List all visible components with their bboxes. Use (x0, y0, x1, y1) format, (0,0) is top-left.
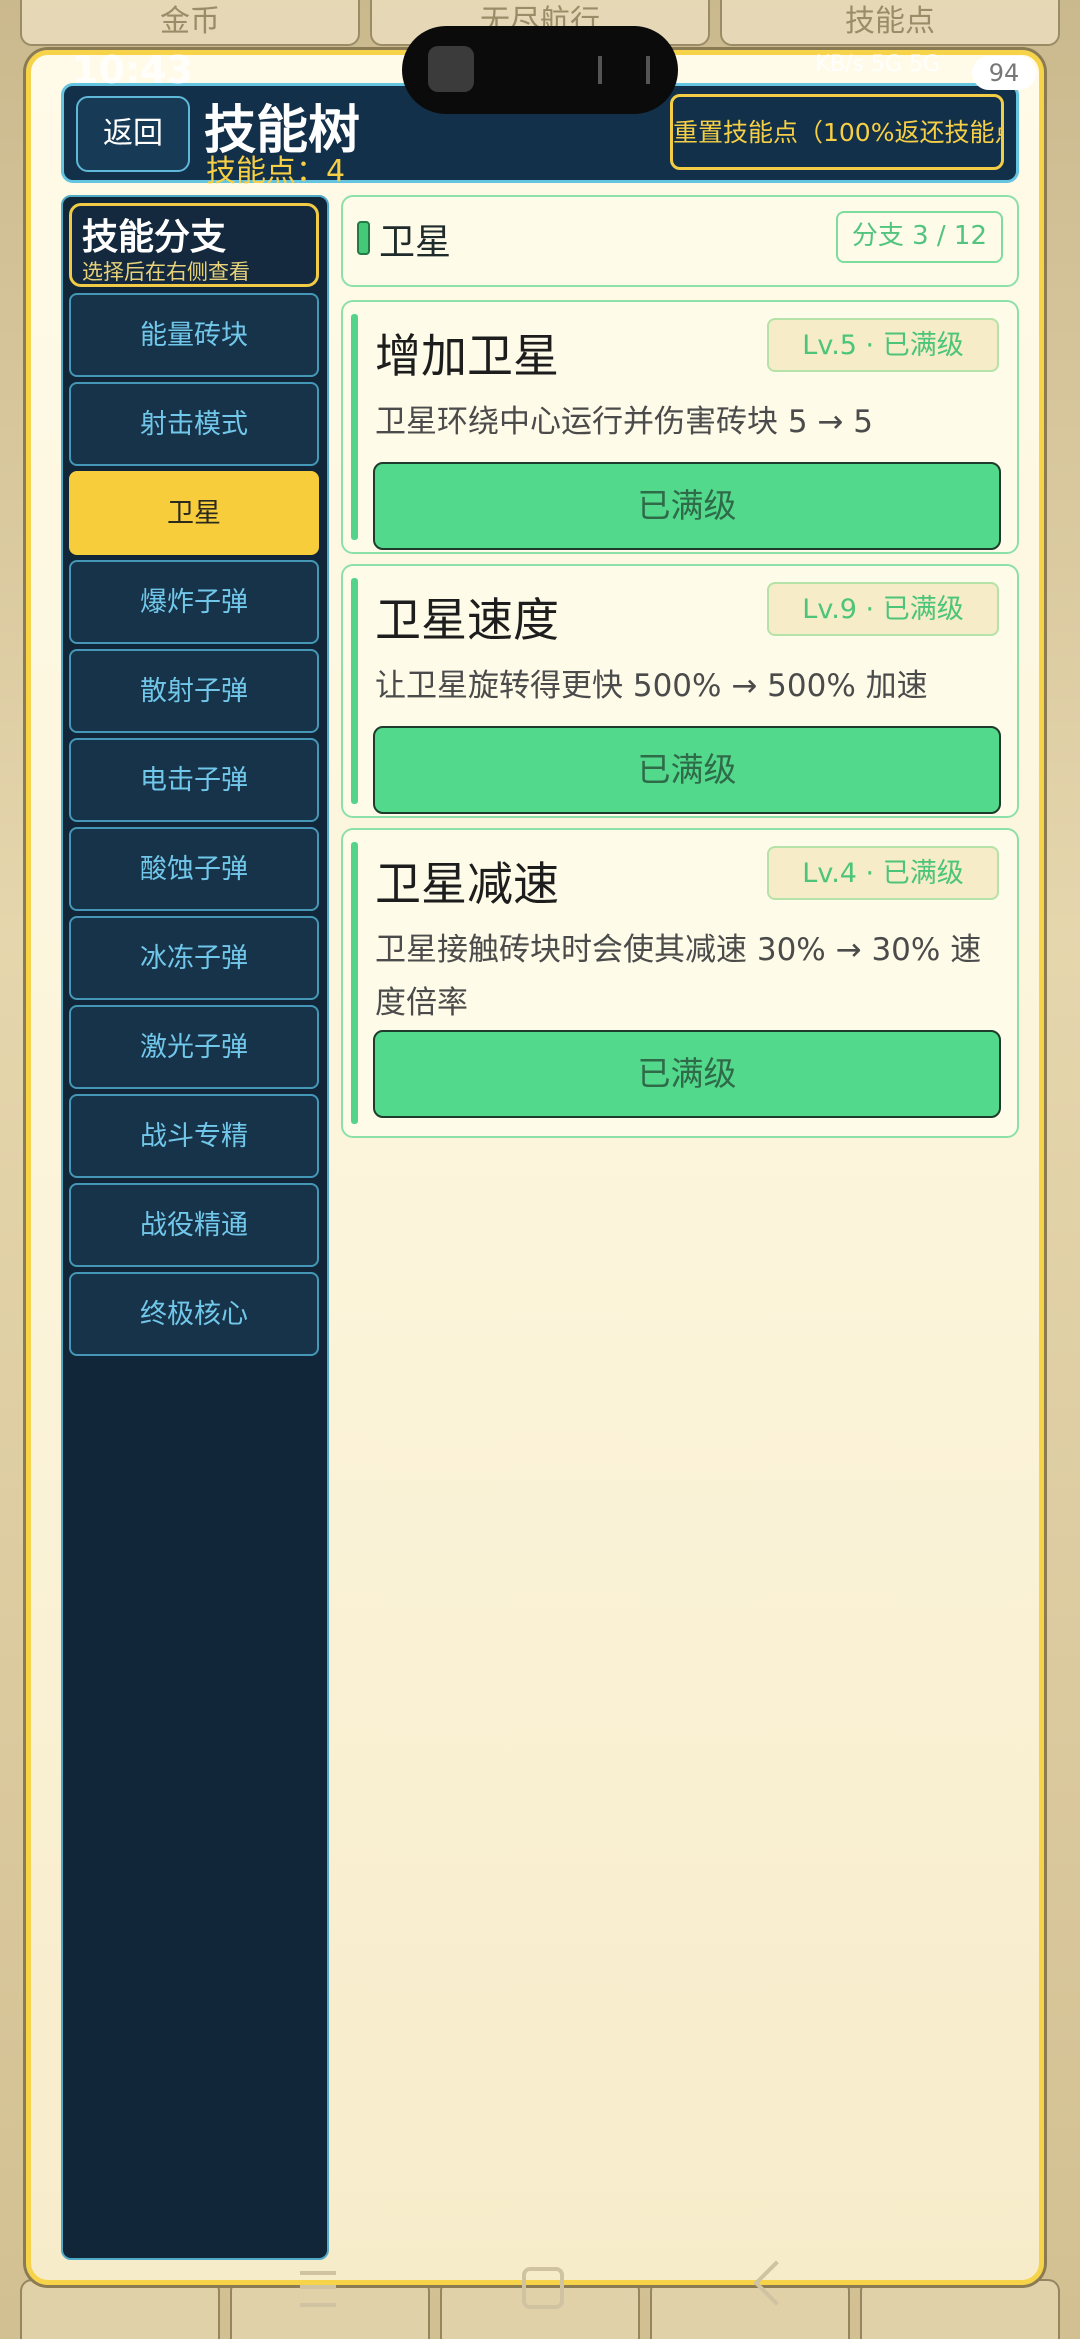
skill-points-label: 技能点：4 (206, 154, 346, 189)
home-icon[interactable] (522, 2267, 564, 2309)
sidebar-item-explosive-bullet[interactable]: 爆炸子弹 (69, 560, 319, 644)
max-level-button[interactable]: 已满级 (373, 462, 1001, 550)
sidebar-item-energy-brick[interactable]: 能量砖块 (69, 293, 319, 377)
skill-level-badge: Lv.4 · 已满级 (767, 846, 999, 900)
system-nav-bar (0, 2259, 1080, 2319)
sidebar-item-satellite[interactable]: 卫星 (69, 471, 319, 555)
battery-icon: 94 (972, 56, 1036, 90)
sidebar-header: 技能分支 选择后在右侧查看 (69, 203, 319, 287)
card-accent-stripe (351, 314, 358, 540)
sidebar-item-shooting-mode[interactable]: 射击模式 (69, 382, 319, 466)
back-button[interactable]: 返回 (76, 96, 190, 172)
skill-description: 卫星接触砖块时会使其减速 30% → 30% 速度倍率 (375, 932, 982, 1021)
branch-header: 卫星 分支 3 / 12 (341, 195, 1019, 287)
card-accent-stripe (351, 578, 358, 804)
audio-wave-icon (598, 56, 650, 84)
recent-apps-icon[interactable] (300, 2271, 336, 2307)
skill-description: 让卫星旋转得更快 500% → 500% 加速 (375, 668, 928, 704)
skill-card: 卫星速度 Lv.9 · 已满级 让卫星旋转得更快 500% → 500% 加速 … (341, 564, 1019, 818)
sidebar-item-campaign-mastery[interactable]: 战役精通 (69, 1183, 319, 1267)
sidebar-title: 技能分支 (82, 217, 227, 258)
status-network: KB/s 5G 5G (815, 52, 940, 77)
branch-count-badge: 分支 3 / 12 (835, 211, 1003, 263)
skill-description: 卫星环绕中心运行并伤害砖块 5 → 5 (375, 404, 873, 440)
skill-level-badge: Lv.9 · 已满级 (767, 582, 999, 636)
skill-card: 卫星减速 Lv.4 · 已满级 卫星接触砖块时会使其减速 30% → 30% 速… (341, 828, 1019, 1138)
branch-marker-icon (357, 221, 370, 255)
bg-tab-skillpoints: 技能点 (720, 0, 1060, 46)
sidebar-item-freeze-bullet[interactable]: 冰冻子弹 (69, 916, 319, 1000)
branch-name: 卫星 (379, 222, 452, 263)
skill-title: 卫星速度 (375, 593, 559, 647)
sidebar-item-shock-bullet[interactable]: 电击子弹 (69, 738, 319, 822)
sidebar-item-ultimate-core[interactable]: 终极核心 (69, 1272, 319, 1356)
skill-card: 增加卫星 Lv.5 · 已满级 卫星环绕中心运行并伤害砖块 5 → 5 已满级 (341, 300, 1019, 554)
camera-island (402, 26, 678, 114)
reset-skill-points-button[interactable]: 重置技能点（100%返还技能点） (670, 94, 1004, 170)
back-nav-icon[interactable] (753, 2260, 799, 2306)
max-level-button[interactable]: 已满级 (373, 726, 1001, 814)
sidebar-subtitle: 选择后在右侧查看 (82, 260, 250, 284)
skill-level-badge: Lv.5 · 已满级 (767, 318, 999, 372)
sidebar-item-combat-mastery[interactable]: 战斗专精 (69, 1094, 319, 1178)
bg-tab-coins: 金币 (20, 0, 360, 46)
max-level-button[interactable]: 已满级 (373, 1030, 1001, 1118)
sidebar-item-acid-bullet[interactable]: 酸蚀子弹 (69, 827, 319, 911)
skill-title: 卫星减速 (375, 857, 559, 911)
sidebar-item-scatter-bullet[interactable]: 散射子弹 (69, 649, 319, 733)
skill-title: 增加卫星 (375, 329, 559, 383)
branch-sidebar: 技能分支 选择后在右侧查看 能量砖块 射击模式 卫星 爆炸子弹 散射子弹 电击子… (61, 195, 329, 2260)
status-time: 10:43 (72, 48, 193, 92)
app-thumbnail-icon (428, 46, 474, 92)
card-accent-stripe (351, 842, 358, 1124)
skill-tree-panel: 返回 技能树 技能点：4 重置技能点（100%返还技能点） 技能分支 选择后在右… (26, 50, 1044, 2285)
sidebar-item-laser-bullet[interactable]: 激光子弹 (69, 1005, 319, 1089)
